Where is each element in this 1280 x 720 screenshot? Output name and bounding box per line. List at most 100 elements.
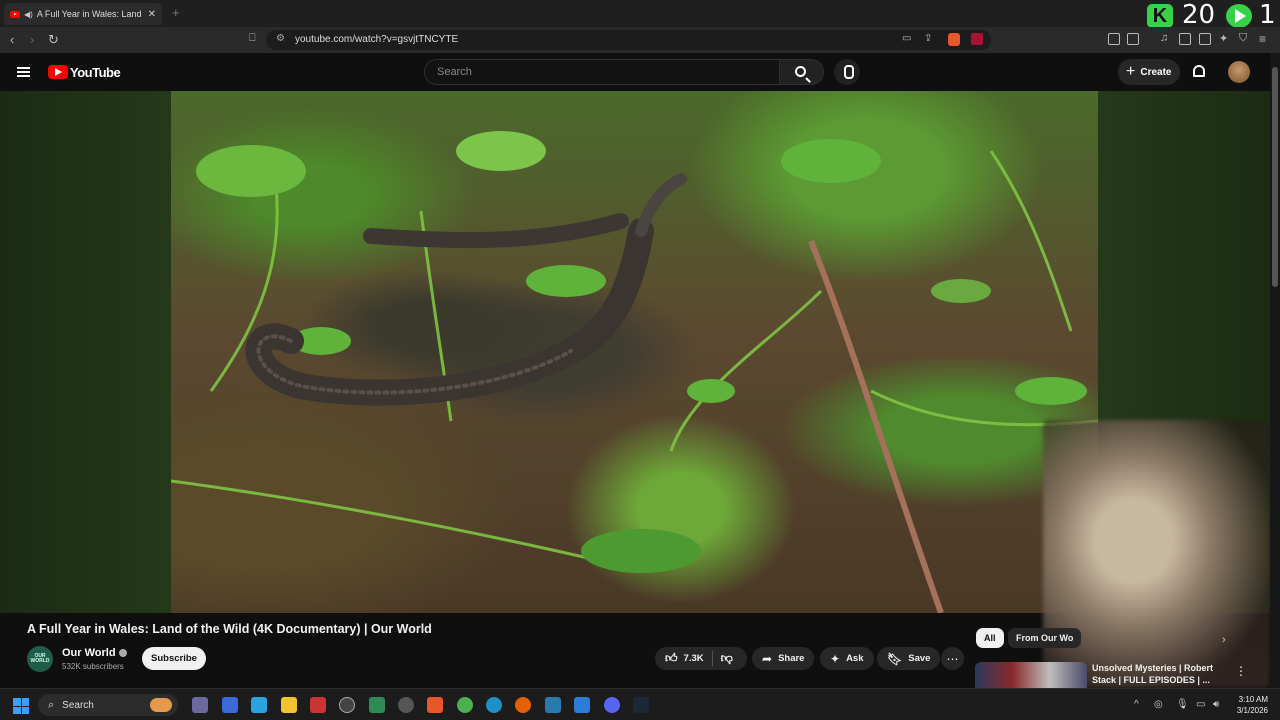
bell-icon[interactable] bbox=[1193, 65, 1205, 77]
create-label: Create bbox=[1140, 66, 1172, 78]
app-icon-3[interactable] bbox=[310, 697, 326, 713]
cast-icon[interactable]: ▭ bbox=[902, 33, 911, 44]
play-circle-icon bbox=[1226, 4, 1252, 28]
more-icon[interactable]: ⋯ bbox=[941, 647, 964, 670]
url-text: youtube.com/watch?v=gsvjtTNCYTE bbox=[295, 34, 459, 45]
tab-close-icon[interactable]: ✕ bbox=[148, 9, 156, 20]
plus-icon: + bbox=[1126, 63, 1136, 80]
create-button[interactable]: + Create bbox=[1118, 59, 1180, 85]
browser-nav-bar: ‹ › ↻ ⎕ ⚙ youtube.com/watch?v=gsvjtTNCYT… bbox=[0, 27, 1280, 53]
recommendation-menu-icon[interactable]: ⋮ bbox=[1235, 664, 1247, 678]
webcam-overlay bbox=[1043, 420, 1270, 688]
browser-tab[interactable]: ◀) A Full Year in Wales: Land of t ✕ bbox=[4, 3, 162, 25]
browser-tab-bar: ◀) A Full Year in Wales: Land of t ✕ + K… bbox=[0, 0, 1280, 30]
extensions-icon[interactable] bbox=[1108, 33, 1120, 45]
save-icon: 🔖︎ bbox=[887, 651, 903, 666]
share-button[interactable]: ➦ Share bbox=[752, 647, 815, 670]
chip-from-our-world[interactable]: From Our Wo bbox=[1008, 628, 1082, 648]
recommendation-title[interactable]: Unsolved Mysteries | Robert Stack | FULL… bbox=[1092, 662, 1217, 686]
youtube-logo-icon[interactable] bbox=[48, 65, 68, 79]
forward-icon[interactable]: › bbox=[30, 32, 34, 47]
app-icon-7[interactable] bbox=[545, 697, 561, 713]
address-bar[interactable]: ⚙ youtube.com/watch?v=gsvjtTNCYTE ▭ ⇪ bbox=[266, 30, 991, 50]
search-box[interactable] bbox=[424, 59, 780, 85]
chip-all[interactable]: All bbox=[976, 628, 1004, 648]
verified-icon bbox=[118, 649, 127, 658]
windows-icon[interactable] bbox=[13, 698, 29, 714]
search-icon: ⌕ bbox=[48, 698, 55, 711]
site-info-icon[interactable]: ⚙ bbox=[276, 33, 285, 44]
youtube-header: YouTube + Create bbox=[0, 53, 1280, 91]
file-explorer-icon[interactable] bbox=[281, 697, 297, 713]
search-highlight-icon bbox=[150, 698, 172, 712]
youtube-wordmark[interactable]: YouTube bbox=[70, 65, 121, 80]
back-icon[interactable]: ‹ bbox=[10, 32, 14, 47]
video-player[interactable] bbox=[171, 91, 1098, 613]
tray-app-icon[interactable]: ◎ bbox=[1154, 699, 1163, 710]
like-count[interactable]: 7.3K bbox=[684, 653, 704, 664]
subscriber-count: 532K subscribers bbox=[62, 662, 124, 671]
taskbar-search[interactable]: ⌕ Search bbox=[38, 694, 178, 716]
chrome-icon[interactable] bbox=[457, 697, 473, 713]
channel-name[interactable]: Our World bbox=[62, 647, 127, 659]
clock-date: 3/1/2026 bbox=[1236, 706, 1268, 715]
music-icon[interactable]: ♫ bbox=[1160, 32, 1168, 44]
tab-title: A Full Year in Wales: Land of t bbox=[36, 9, 144, 19]
firefox-icon[interactable] bbox=[515, 697, 531, 713]
steam-icon[interactable] bbox=[633, 697, 649, 713]
ask-label: Ask bbox=[846, 653, 864, 664]
overlay-left-count: 20 bbox=[1182, 0, 1216, 30]
subscribe-button[interactable]: Subscribe bbox=[142, 647, 206, 670]
app-icon-1[interactable] bbox=[222, 697, 238, 713]
vpn-icon[interactable]: ⛉ bbox=[1239, 32, 1247, 45]
kick-logo-icon: K bbox=[1147, 4, 1173, 28]
avatar[interactable] bbox=[1228, 61, 1250, 83]
screenshot-icon[interactable] bbox=[1127, 33, 1139, 45]
brave-shield-icon[interactable] bbox=[948, 33, 960, 46]
windows-taskbar: ⌕ Search ^ ◎ 🎙︎ ▭ 🔊︎ 3:10 AM 3/1/2026 bbox=[0, 688, 1280, 720]
speaker-icon[interactable]: ◀) bbox=[24, 10, 33, 19]
wallet-icon[interactable] bbox=[1199, 33, 1211, 45]
vscode-icon[interactable] bbox=[574, 697, 590, 713]
like-divider bbox=[711, 651, 713, 666]
brave-rewards-icon[interactable] bbox=[971, 33, 983, 45]
youtube-favicon-icon bbox=[10, 10, 20, 18]
recommendation-thumbnail[interactable] bbox=[975, 662, 1087, 688]
share-icon: ➦ bbox=[762, 651, 773, 666]
scrollbar-thumb[interactable] bbox=[1272, 67, 1278, 287]
search-button[interactable] bbox=[780, 59, 824, 85]
sidebar-icon[interactable] bbox=[1179, 33, 1191, 45]
chevron-right-icon[interactable]: › bbox=[1222, 634, 1226, 646]
new-tab-button[interactable]: + bbox=[172, 5, 180, 20]
taskbar-search-label: Search bbox=[62, 699, 94, 711]
app-icon-5[interactable] bbox=[369, 697, 385, 713]
app-icon-6[interactable] bbox=[398, 697, 414, 713]
volume-icon[interactable]: 🔊︎ bbox=[1213, 699, 1219, 710]
channel-avatar[interactable]: OUR WORLD bbox=[27, 646, 53, 672]
share-page-icon[interactable]: ⇪ bbox=[924, 33, 932, 44]
leo-ai-icon[interactable]: ✦ bbox=[1219, 32, 1228, 45]
edge-icon[interactable] bbox=[486, 697, 502, 713]
overlay-right-count: 1 bbox=[1259, 0, 1276, 30]
reload-icon[interactable]: ↻ bbox=[48, 32, 59, 48]
tray-chevron-icon[interactable]: ^ bbox=[1134, 699, 1139, 710]
tray-mic-icon[interactable]: 🎙︎ bbox=[1176, 699, 1189, 710]
like-icon[interactable]: 👍︎ bbox=[665, 651, 678, 666]
page-scrollbar[interactable] bbox=[1270, 53, 1280, 688]
bookmark-icon[interactable]: ⎕ bbox=[249, 32, 256, 45]
menu-icon[interactable]: ≡ bbox=[1259, 32, 1266, 46]
ask-button[interactable]: ✦ Ask bbox=[820, 647, 874, 670]
save-button[interactable]: 🔖︎ Save bbox=[877, 647, 941, 670]
app-icon-2[interactable] bbox=[251, 697, 267, 713]
hamburger-icon[interactable] bbox=[17, 67, 30, 77]
mic-icon[interactable] bbox=[834, 59, 860, 85]
clock[interactable]: 3:10 AM 3/1/2026 bbox=[1232, 694, 1268, 716]
dislike-icon[interactable]: 👎︎ bbox=[721, 651, 733, 666]
search-input[interactable] bbox=[425, 60, 779, 84]
task-view-icon[interactable] bbox=[192, 697, 208, 713]
app-icon-4[interactable] bbox=[339, 697, 355, 713]
discord-icon[interactable] bbox=[604, 697, 620, 713]
brave-icon[interactable] bbox=[427, 697, 443, 713]
network-icon[interactable]: ▭ bbox=[1196, 699, 1205, 710]
ask-icon: ✦ bbox=[830, 651, 841, 666]
